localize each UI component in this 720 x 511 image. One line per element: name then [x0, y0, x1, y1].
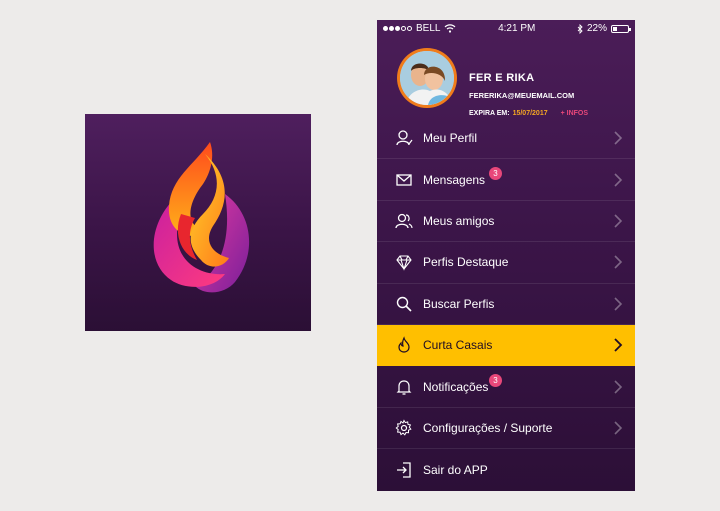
- chevron-right-icon: [614, 255, 623, 269]
- signal-strength-icon: [383, 26, 412, 31]
- chevron-right-icon: [614, 214, 623, 228]
- user-icon: [395, 129, 413, 147]
- menu-item-label: Notificações: [423, 379, 489, 394]
- logout-icon: [395, 461, 413, 479]
- chevron-right-icon: [614, 173, 623, 187]
- chevron-right-icon: [614, 297, 623, 311]
- menu-item-label: Curta Casais: [423, 338, 493, 353]
- menu-item-meus-amigos[interactable]: Meus amigos: [377, 201, 635, 243]
- notification-badge: 3: [489, 374, 502, 388]
- bluetooth-icon: [577, 23, 583, 34]
- menu-item-label: Meu Perfil: [423, 131, 478, 146]
- profile-header: FER E RIKA FERERIKA@MEUEMAIL.COM EXPIRA …: [377, 37, 635, 118]
- chevron-right-icon: [614, 421, 623, 435]
- menu-item-label: Sair do APP: [423, 462, 488, 477]
- menu-item-configuracoes[interactable]: Configurações / Suporte: [377, 408, 635, 450]
- wifi-icon: [445, 24, 456, 33]
- friends-icon: [395, 212, 413, 230]
- app-icon: [85, 114, 311, 331]
- battery-percent: 22%: [586, 23, 607, 34]
- carrier-name: BELL: [416, 23, 441, 34]
- menu-item-label: Buscar Perfis: [423, 296, 495, 311]
- menu-item-meu-perfil[interactable]: Meu Perfil: [377, 118, 635, 160]
- profile-name: FER E RIKA: [469, 72, 535, 84]
- chevron-right-icon: [614, 131, 623, 145]
- menu-item-label: Meus amigos: [423, 213, 495, 228]
- avatar-ring[interactable]: [397, 48, 457, 108]
- bell-icon: [395, 378, 413, 396]
- expiration-label: EXPIRA EM:: [469, 110, 510, 117]
- search-icon: [395, 295, 413, 313]
- battery-icon: [610, 24, 631, 33]
- couple-photo-icon: [400, 51, 454, 105]
- menu-item-label: Perfis Destaque: [423, 255, 509, 270]
- chevron-right-icon: [614, 379, 623, 394]
- profile-email: FERERIKA@MEUEMAIL.COM: [469, 91, 575, 100]
- expiration-info: EXPIRA EM: 15/07/2017 + INFOS: [469, 110, 588, 117]
- gear-icon: [395, 419, 413, 437]
- menu-item-label: Configurações / Suporte: [423, 420, 553, 435]
- menu-item-sair[interactable]: Sair do APP: [377, 449, 635, 490]
- unread-badge: 3: [489, 167, 502, 181]
- menu-item-label: Mensagens: [423, 172, 486, 187]
- chevron-right-icon: [614, 338, 623, 352]
- envelope-icon: [395, 171, 413, 189]
- menu-item-buscar-perfis[interactable]: Buscar Perfis: [377, 284, 635, 325]
- phone-screen: BELL 4:21 PM 22% FER E RIKA FERERIKA@MEU…: [377, 20, 635, 491]
- status-time: 4:21 PM: [498, 23, 536, 34]
- diamond-icon: [395, 253, 413, 272]
- expiration-date: 15/07/2017: [512, 110, 548, 117]
- flame-icon: [395, 336, 413, 354]
- avatar: [400, 51, 454, 105]
- status-bar: BELL 4:21 PM 22%: [377, 20, 635, 37]
- menu-item-perfis-destaque[interactable]: Perfis Destaque: [377, 242, 635, 284]
- menu-item-mensagens[interactable]: Mensagens 3: [377, 159, 635, 201]
- infos-link[interactable]: + INFOS: [561, 110, 588, 117]
- menu-item-curta-casais[interactable]: Curta Casais: [377, 324, 635, 367]
- flame-logo-icon: [153, 142, 250, 293]
- menu-item-notificacoes[interactable]: Notificações 3: [377, 366, 635, 408]
- side-menu: Meu Perfil Mensagens 3 Meus amigos Perfi…: [377, 118, 635, 491]
